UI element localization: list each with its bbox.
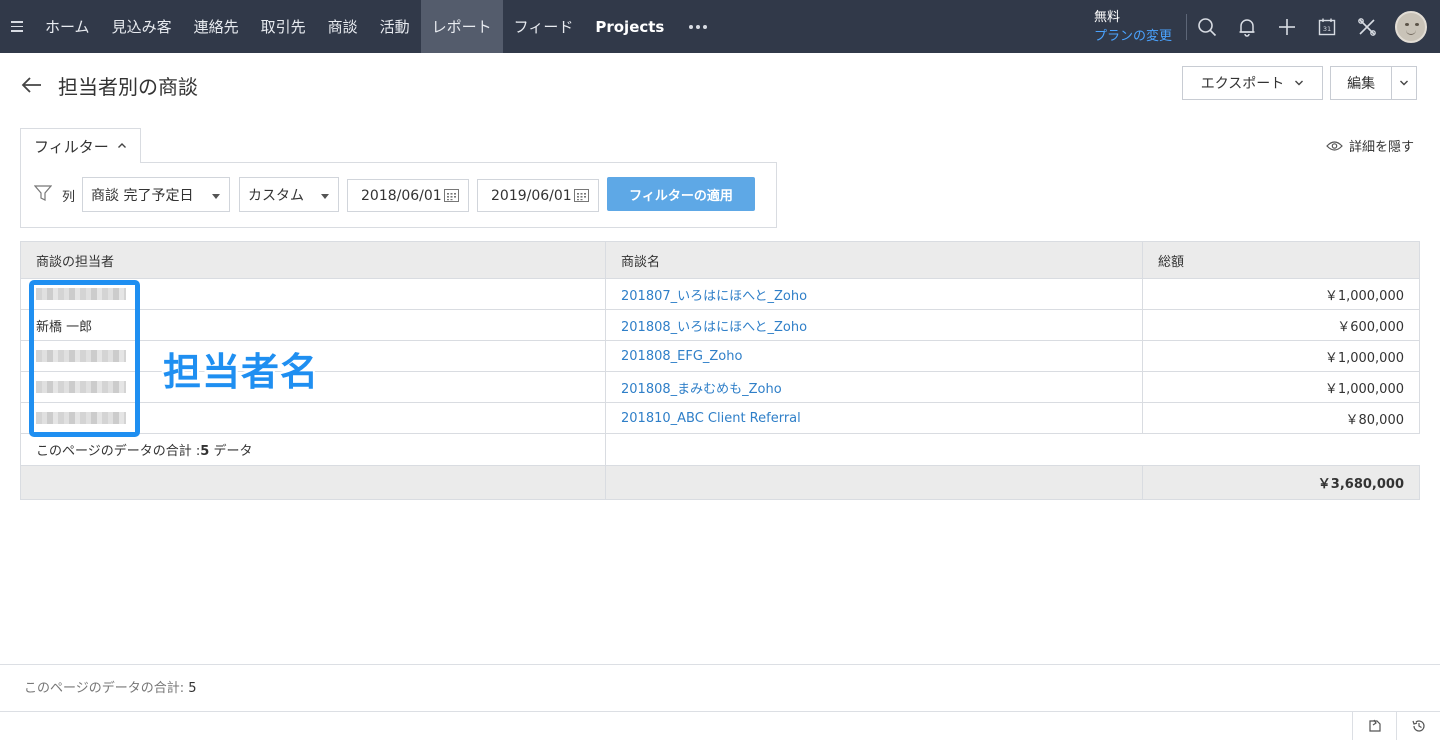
filter-range-value: カスタム: [248, 187, 304, 204]
table-row: 201808_EFG_Zoho ￥1,000,000: [20, 340, 1420, 372]
nav-item-2[interactable]: 連絡先: [183, 0, 250, 53]
calendar-icon[interactable]: [574, 188, 589, 202]
hide-details-toggle[interactable]: 詳細を隠す: [1326, 136, 1414, 155]
column-label: 列: [62, 190, 76, 205]
owner-cell: 新橋 一郎: [20, 309, 606, 341]
top-nav: ホーム 見込み客 連絡先 取引先 商談 活動 レポート フィード Projects 無料 プラン…: [0, 0, 1440, 53]
nav-item-7[interactable]: フィード: [503, 0, 585, 53]
menu-icon[interactable]: [0, 0, 34, 53]
table-row: 201810_ABC Client Referral ￥80,000: [20, 402, 1420, 434]
date-to-input[interactable]: 2019/06/01: [477, 179, 599, 212]
plan-label: 無料: [1093, 9, 1120, 25]
date-from-input[interactable]: 2018/06/01: [347, 179, 469, 212]
column-header-amount[interactable]: 総額: [1142, 241, 1420, 279]
edit-button[interactable]: 編集: [1331, 67, 1393, 99]
nav-item-5[interactable]: 活動: [369, 0, 421, 53]
filter-range-select[interactable]: カスタム: [239, 177, 339, 212]
eye-icon: [1326, 140, 1343, 151]
nav-item-0[interactable]: ホーム: [34, 0, 101, 53]
table-row: 201808_まみむめも_Zoho ￥1,000,000: [20, 371, 1420, 403]
edit-dropdown-button[interactable]: [1392, 67, 1416, 99]
bottom-bar: [0, 711, 1440, 740]
filter-tab-label: フィルター: [34, 137, 109, 156]
plan-info: 無料 プランの変更: [1094, 0, 1186, 53]
nav-item-8[interactable]: Projects: [584, 0, 675, 53]
date-from-value: 2018/06/01: [361, 187, 442, 204]
filter-field-select[interactable]: 商談 完了予定日: [82, 177, 230, 212]
summary-empty-cell: [605, 433, 1420, 466]
table-header-row: 商談の担当者 商談名 総額: [20, 241, 1420, 279]
column-header-deal[interactable]: 商談名: [605, 241, 1143, 279]
column-header-owner[interactable]: 商談の担当者: [20, 241, 606, 279]
summary-row: このページのデータの合計 :5 データ: [20, 433, 1420, 466]
amount-cell: ￥1,000,000: [1142, 340, 1420, 372]
caret-down-icon: [212, 194, 220, 199]
chevron-up-icon: [117, 143, 126, 148]
owner-cell: [20, 278, 606, 310]
calendar-icon[interactable]: [444, 188, 459, 202]
table-row: 201807_いろはにほへと_Zoho ￥1,000,000: [20, 278, 1420, 310]
chevron-down-icon: [1295, 80, 1304, 86]
redacted-owner-name: [36, 412, 126, 424]
export-button[interactable]: エクスポート: [1182, 66, 1323, 100]
export-button-label: エクスポート: [1200, 76, 1285, 92]
nav-item-4[interactable]: 商談: [317, 0, 369, 53]
hide-details-label: 詳細を隠す: [1349, 140, 1415, 155]
total-empty-cell: [20, 465, 606, 500]
total-empty-cell: [605, 465, 1143, 500]
table-row: 新橋 一郎 201808_いろはにほへと_Zoho ￥600,000: [20, 309, 1420, 341]
edit-button-group: 編集: [1330, 66, 1417, 100]
page-count-cell: このページのデータの合計 :5 データ: [20, 433, 606, 466]
deal-name-link[interactable]: 201808_まみむめも_Zoho: [605, 371, 1143, 403]
date-to-value: 2019/06/01: [491, 187, 572, 204]
plan-change-link[interactable]: プランの変更: [1094, 28, 1172, 46]
footer-count-value: 5: [188, 681, 197, 696]
feedback-icon[interactable]: [1352, 711, 1396, 740]
deal-name-link[interactable]: 201808_いろはにほへと_Zoho: [605, 309, 1143, 341]
user-avatar[interactable]: [1395, 10, 1427, 43]
search-icon[interactable]: [1187, 0, 1227, 53]
footer-count-label: このページのデータの合計:: [24, 681, 189, 696]
nav-item-6[interactable]: レポート: [420, 0, 503, 53]
redacted-owner-name: [36, 381, 126, 393]
nav-item-3[interactable]: 取引先: [250, 0, 317, 53]
filter-field-value: 商談 完了予定日: [91, 187, 194, 204]
amount-cell: ￥600,000: [1142, 309, 1420, 341]
amount-cell: ￥80,000: [1142, 402, 1420, 434]
filter-tab[interactable]: フィルター: [20, 128, 141, 163]
back-arrow-icon[interactable]: [20, 73, 44, 97]
funnel-icon: [34, 185, 52, 201]
footer-record-count: このページのデータの合計: 5: [24, 677, 197, 696]
nav-item-1[interactable]: 見込み客: [101, 0, 183, 53]
deal-name-link[interactable]: 201807_いろはにほへと_Zoho: [605, 278, 1143, 310]
svg-text:31: 31: [1323, 25, 1331, 33]
amount-cell: ￥1,000,000: [1142, 278, 1420, 310]
grand-total-amount: ￥3,680,000: [1142, 465, 1420, 500]
page-count-value: 5: [200, 444, 210, 459]
page-count-prefix: このページのデータの合計 :: [36, 444, 201, 459]
owner-cell: [20, 371, 606, 403]
plus-icon[interactable]: [1267, 0, 1307, 53]
report-table: 商談の担当者 商談名 総額 201807_いろはにほへと_Zoho ￥1,000,…: [20, 241, 1420, 500]
caret-down-icon: [321, 194, 329, 199]
apply-filter-button[interactable]: フィルターの適用: [607, 177, 755, 211]
settings-tools-icon[interactable]: [1347, 0, 1387, 53]
amount-cell: ￥1,000,000: [1142, 371, 1420, 403]
owner-cell: [20, 402, 606, 434]
page-title: 担当者別の商談: [58, 75, 198, 99]
deal-name-link[interactable]: 201810_ABC Client Referral: [605, 402, 1143, 434]
redacted-owner-name: [36, 350, 126, 362]
redacted-owner-name: [36, 288, 126, 300]
deal-name-link[interactable]: 201808_EFG_Zoho: [605, 340, 1143, 372]
total-row: ￥3,680,000: [20, 465, 1420, 500]
footer-divider: [0, 664, 1440, 665]
chevron-down-icon: [1400, 80, 1409, 86]
history-icon[interactable]: [1396, 711, 1440, 740]
calendar-icon[interactable]: 31: [1307, 0, 1347, 53]
page-count-suffix: データ: [209, 444, 253, 459]
owner-cell: [20, 340, 606, 372]
bell-icon[interactable]: [1227, 0, 1267, 53]
ellipsis-icon[interactable]: [675, 0, 721, 53]
